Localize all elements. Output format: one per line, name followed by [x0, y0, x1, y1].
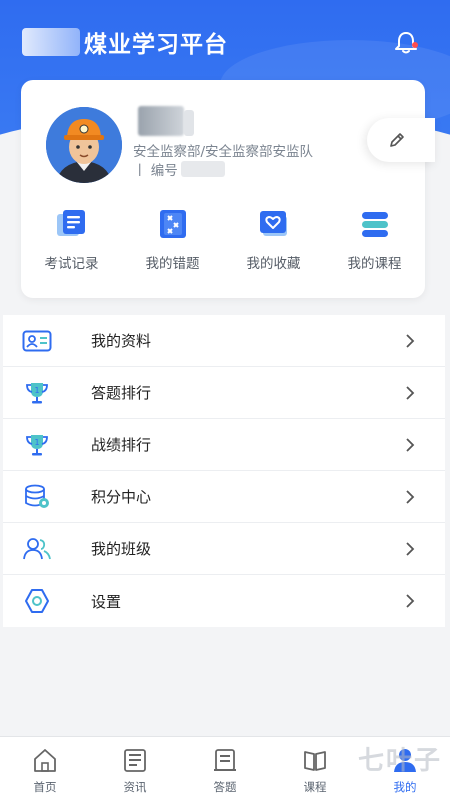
- chevron-right-icon: [406, 594, 415, 608]
- menu-label-my-profile: 我的资料: [91, 332, 152, 350]
- tab-answer-label: 答题: [213, 780, 237, 794]
- answer-icon: [214, 749, 236, 771]
- quick-courses[interactable]: 我的课程: [324, 208, 425, 272]
- quick-actions: 考试记录 我的错题 我的收藏 我的课程: [21, 208, 425, 272]
- menu-list: 我的资料 1 答题排行 1 战绩排行 积分中心 我的班级 设置: [3, 315, 445, 627]
- bell-icon[interactable]: [392, 30, 420, 56]
- profile-card: 安全监察部/安全监察部安监队 丨 编号 考试记录 我的错题 我的收藏 我的课程: [21, 80, 435, 298]
- department-text: 安全监察部/安全监察部安监队: [133, 144, 314, 160]
- menu-item-answer-ranking[interactable]: 1 答题排行: [3, 367, 445, 419]
- settings-icon: [21, 587, 53, 615]
- home-icon: [34, 749, 56, 772]
- svg-text:1: 1: [34, 438, 39, 447]
- news-icon: [124, 749, 146, 772]
- bottom-tab-bar: 首页 资讯 答题 课程 我的: [0, 736, 450, 800]
- quick-exam-record[interactable]: 考试记录: [21, 208, 122, 272]
- app-title: 煤业学习平台: [84, 32, 228, 58]
- tab-home-label: 首页: [33, 780, 57, 794]
- svg-text:1: 1: [34, 386, 39, 395]
- chevron-right-icon: [406, 334, 415, 348]
- chevron-right-icon: [406, 386, 415, 400]
- quick-favorites[interactable]: 我的收藏: [223, 208, 324, 272]
- menu-label-score-ranking: 战绩排行: [91, 436, 152, 454]
- avatar[interactable]: [46, 107, 122, 183]
- chevron-right-icon: [406, 542, 415, 556]
- app-title-row: 煤业学习平台: [22, 24, 228, 60]
- course-icon: [304, 751, 326, 771]
- tab-course[interactable]: 课程: [270, 737, 360, 800]
- points-icon: [21, 483, 53, 511]
- profile-card-icon: [21, 327, 53, 355]
- menu-item-my-profile[interactable]: 我的资料: [3, 315, 445, 367]
- redacted-title-prefix: [22, 28, 80, 56]
- menu-item-my-class[interactable]: 我的班级: [3, 523, 445, 575]
- user-icon: [394, 749, 416, 772]
- menu-label-answer-ranking: 答题排行: [91, 384, 152, 402]
- trophy-icon: 1: [21, 379, 53, 407]
- tab-news[interactable]: 资讯: [90, 737, 180, 800]
- class-users-icon: [21, 535, 53, 563]
- wrong-questions-icon: [159, 210, 186, 238]
- pencil-icon: [390, 133, 404, 147]
- notification-dot: [412, 42, 418, 48]
- menu-item-score-ranking[interactable]: 1 战绩排行: [3, 419, 445, 471]
- quick-exam-record-label: 考试记录: [44, 256, 99, 272]
- menu-item-settings[interactable]: 设置: [3, 575, 445, 627]
- menu-label-points-center: 积分中心: [91, 488, 152, 506]
- quick-wrong-questions[interactable]: 我的错题: [122, 208, 223, 272]
- tab-news-label: 资讯: [123, 780, 147, 794]
- trophy-icon: 1: [21, 431, 53, 459]
- favorites-icon: [259, 211, 287, 236]
- employee-code-label: 丨 编号: [133, 163, 178, 179]
- courses-icon: [361, 212, 388, 237]
- redacted-name: [138, 106, 184, 136]
- tab-home[interactable]: 首页: [0, 737, 90, 800]
- menu-label-settings: 设置: [91, 592, 122, 611]
- redacted-name-tail: [184, 110, 194, 136]
- redacted-employee-code: [180, 161, 225, 177]
- menu-item-points-center[interactable]: 积分中心: [3, 471, 445, 523]
- chevron-right-icon: [406, 490, 415, 504]
- tab-course-label: 课程: [303, 780, 327, 794]
- tab-mine[interactable]: 我的: [360, 737, 450, 800]
- menu-label-my-class: 我的班级: [91, 540, 152, 558]
- edit-profile-button[interactable]: [367, 118, 435, 162]
- quick-courses-label: 我的课程: [347, 256, 402, 272]
- tab-answer[interactable]: 答题: [180, 737, 270, 800]
- exam-record-icon: [56, 210, 85, 236]
- employee-code-row: 丨 编号: [133, 159, 225, 179]
- miner-avatar-icon: [46, 107, 122, 183]
- quick-wrong-questions-label: 我的错题: [145, 256, 200, 272]
- tab-mine-label: 我的: [393, 780, 417, 794]
- quick-favorites-label: 我的收藏: [246, 256, 301, 272]
- chevron-right-icon: [406, 438, 415, 452]
